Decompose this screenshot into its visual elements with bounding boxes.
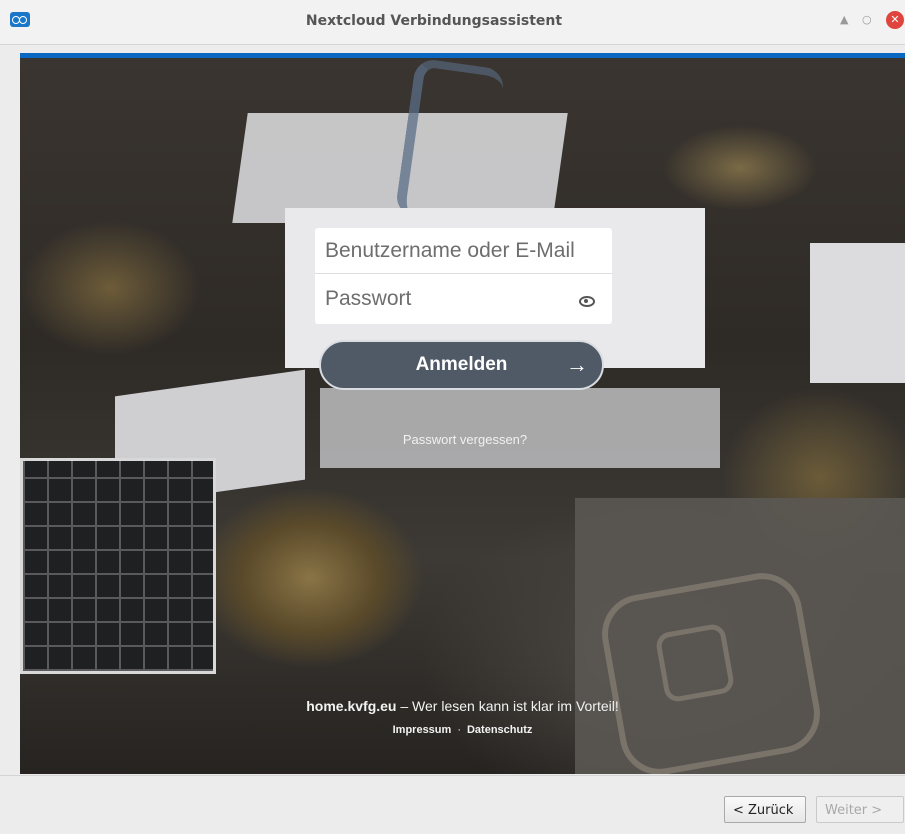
login-button[interactable]: Anmelden → — [319, 340, 604, 390]
background-solar-panels — [20, 458, 216, 674]
background-court-marking — [654, 622, 736, 704]
close-icon[interactable]: ✕ — [886, 11, 904, 29]
footer-separator: · — [457, 724, 461, 736]
maximize-icon[interactable]: ○ — [862, 13, 872, 27]
window-title: Nextcloud Verbindungsassistent — [305, 13, 563, 29]
background-building — [320, 388, 720, 468]
footer-site-name[interactable]: home.kvfg.eu — [306, 698, 396, 714]
impressum-link[interactable]: Impressum — [393, 724, 452, 736]
footer-links: Impressum · Datenschutz — [20, 724, 905, 736]
minimize-icon[interactable]: ▲ — [840, 13, 848, 27]
username-input[interactable] — [315, 228, 612, 274]
back-button[interactable]: < Zurück — [724, 796, 806, 823]
footer-slogan-text: – Wer lesen kann ist klar im Vorteil! — [396, 698, 619, 714]
footer-slogan: home.kvfg.eu – Wer lesen kann ist klar i… — [20, 698, 905, 714]
login-form — [315, 228, 612, 324]
password-input[interactable] — [315, 276, 612, 322]
arrow-right-icon: → — [566, 352, 588, 377]
datenschutz-link[interactable]: Datenschutz — [467, 724, 532, 736]
forgot-password-link[interactable]: Passwort vergessen? — [385, 432, 545, 447]
wizard-button-bar: < Zurück Weiter > — [0, 775, 905, 834]
login-button-label: Anmelden — [415, 354, 508, 375]
window-titlebar: Nextcloud Verbindungsassistent ▲ ○ ✕ — [0, 0, 905, 45]
next-button[interactable]: Weiter > — [816, 796, 904, 823]
login-webview: Anmelden → Passwort vergessen? home.kvfg… — [20, 53, 905, 774]
eye-icon[interactable] — [579, 296, 595, 307]
background-building — [810, 243, 905, 383]
